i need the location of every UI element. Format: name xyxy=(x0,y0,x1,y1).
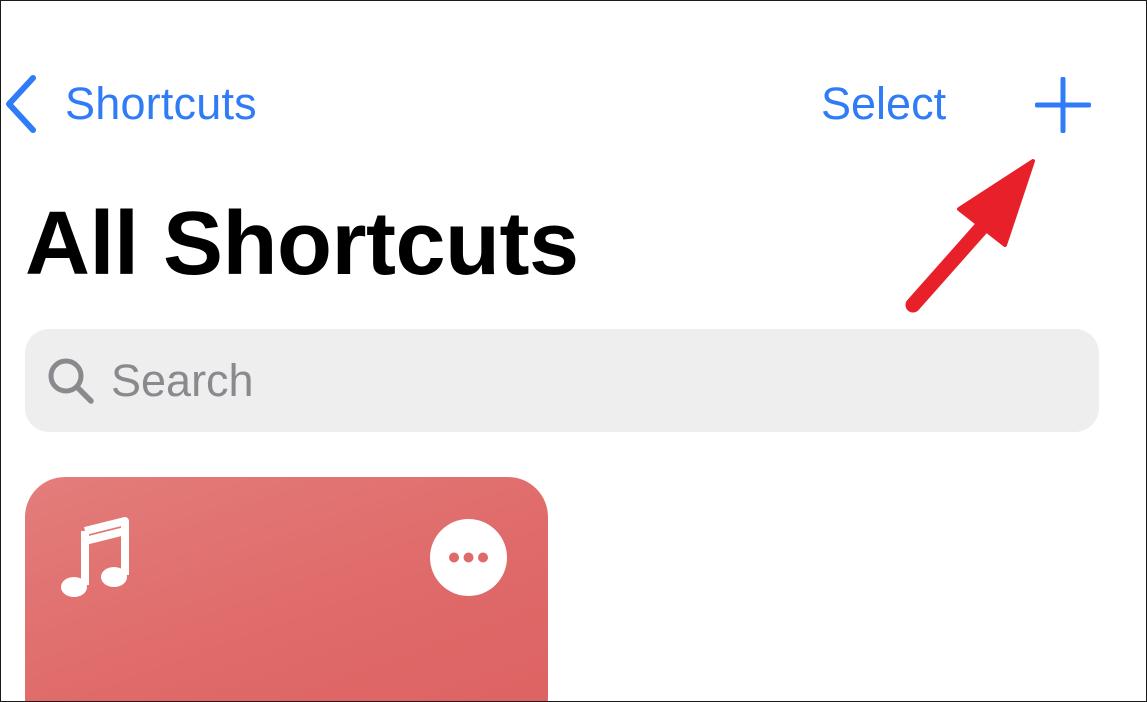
select-button[interactable]: Select xyxy=(821,71,946,137)
page-title: All Shortcuts xyxy=(25,194,579,294)
screenshot-frame: Shortcuts Select All Shortcuts xyxy=(0,0,1147,702)
back-button[interactable]: Shortcuts xyxy=(3,71,257,137)
search-bar[interactable] xyxy=(25,329,1099,432)
plus-icon xyxy=(1035,77,1091,133)
ellipsis-icon xyxy=(449,552,488,563)
chevron-left-icon xyxy=(3,74,39,134)
red-arrow-annotation xyxy=(905,159,1035,313)
search-input[interactable] xyxy=(111,354,991,407)
add-shortcut-button[interactable] xyxy=(1035,77,1091,133)
shortcut-card[interactable] xyxy=(25,477,548,701)
back-button-label: Shortcuts xyxy=(65,78,257,129)
more-options-button[interactable] xyxy=(430,519,507,596)
music-note-icon xyxy=(61,517,129,597)
magnifying-glass-icon xyxy=(45,355,97,407)
